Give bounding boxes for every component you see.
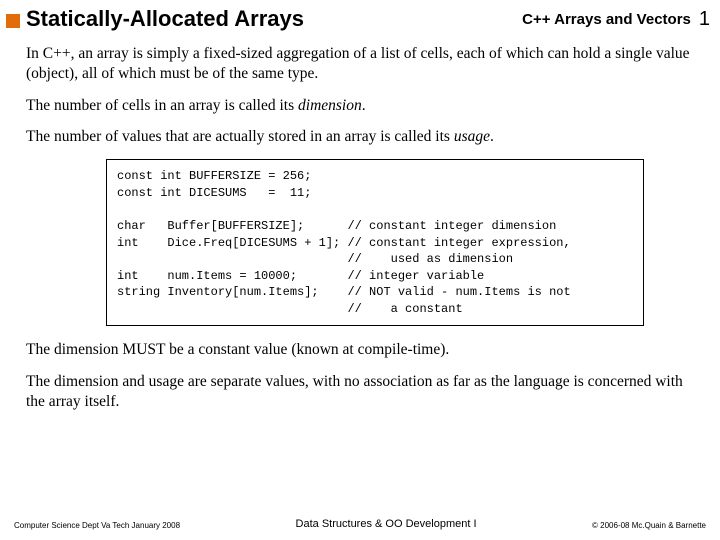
code-line: int num.Items = 10000; // integer variab… (117, 269, 484, 283)
slide-body: In C++, an array is simply a fixed-sized… (0, 36, 720, 412)
text: . (490, 128, 494, 145)
code-line: // a constant (117, 302, 463, 316)
footer-left: Computer Science Dept Va Tech January 20… (14, 521, 180, 530)
code-block: const int BUFFERSIZE = 256; const int DI… (106, 159, 644, 326)
footer-right: © 2006-08 Mc.Quain & Barnette (592, 521, 706, 530)
code-line: int Dice.Freq[DICESUMS + 1]; // constant… (117, 236, 571, 250)
code-line: string Inventory[num.Items]; // NOT vali… (117, 285, 571, 299)
slide-header: Statically-Allocated Arrays C++ Arrays a… (0, 0, 720, 36)
slide-footer: Computer Science Dept Va Tech January 20… (0, 518, 720, 530)
footer-center: Data Structures & OO Development I (296, 518, 477, 530)
code-line: const int DICESUMS = 11; (117, 186, 311, 200)
paragraph-usage: The number of values that are actually s… (26, 127, 694, 147)
text: . (362, 97, 366, 114)
paragraph-intro: In C++, an array is simply a fixed-sized… (26, 44, 694, 84)
code-line: // used as dimension (117, 252, 513, 266)
paragraph-separate: The dimension and usage are separate val… (26, 372, 694, 412)
paragraph-dimension-const: The dimension MUST be a constant value (… (26, 340, 694, 360)
code-line: char Buffer[BUFFERSIZE]; // constant int… (117, 219, 556, 233)
term-usage: usage (454, 128, 490, 145)
text: The number of values that are actually s… (26, 128, 454, 145)
code-line: const int BUFFERSIZE = 256; (117, 169, 311, 183)
page-number: 1 (699, 8, 710, 31)
slide-title: Statically-Allocated Arrays (26, 6, 522, 32)
paragraph-dimension: The number of cells in an array is calle… (26, 96, 694, 116)
course-name: C++ Arrays and Vectors (522, 11, 691, 28)
header-marker (6, 14, 20, 28)
term-dimension: dimension (298, 97, 362, 114)
text: The number of cells in an array is calle… (26, 97, 298, 114)
